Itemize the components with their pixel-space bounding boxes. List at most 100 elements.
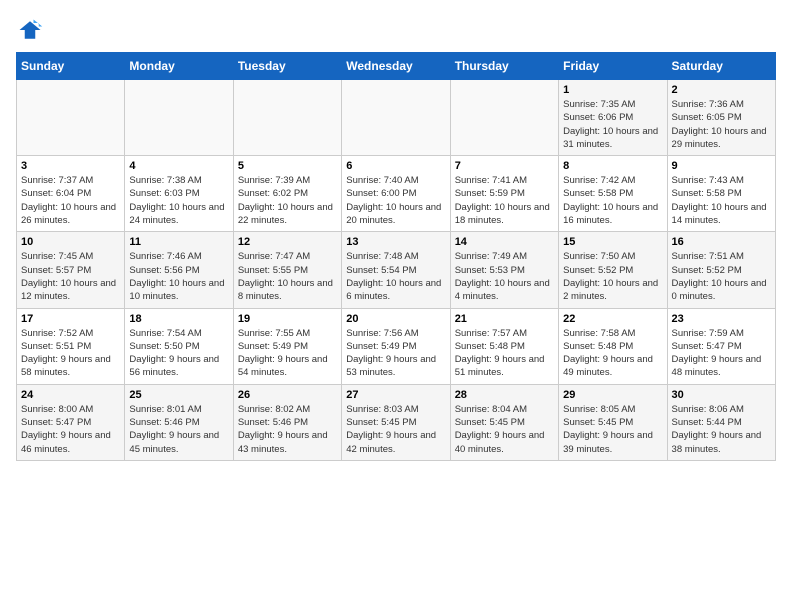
calendar-cell: 15 Sunrise: 7:50 AM Sunset: 5:52 PM Dayli…: [559, 232, 667, 308]
day-info: Sunrise: 8:02 AM Sunset: 5:46 PM Dayligh…: [238, 403, 337, 456]
day-info: Sunrise: 7:47 AM Sunset: 5:55 PM Dayligh…: [238, 250, 337, 303]
day-info: Sunrise: 7:49 AM Sunset: 5:53 PM Dayligh…: [455, 250, 554, 303]
calendar-cell: 12 Sunrise: 7:47 AM Sunset: 5:55 PM Dayli…: [233, 232, 341, 308]
day-number: 16: [672, 236, 771, 248]
calendar-cell: 2 Sunrise: 7:36 AM Sunset: 6:05 PM Daylig…: [667, 80, 775, 156]
day-info: Sunrise: 7:54 AM Sunset: 5:50 PM Dayligh…: [129, 327, 228, 380]
day-number: 13: [346, 236, 445, 248]
day-number: 5: [238, 160, 337, 172]
calendar-week-row: 3 Sunrise: 7:37 AM Sunset: 6:04 PM Daylig…: [17, 156, 776, 232]
calendar-table: SundayMondayTuesdayWednesdayThursdayFrid…: [16, 52, 776, 461]
day-number: 8: [563, 160, 662, 172]
calendar-cell: [125, 80, 233, 156]
calendar-cell: [450, 80, 558, 156]
calendar-week-row: 1 Sunrise: 7:35 AM Sunset: 6:06 PM Daylig…: [17, 80, 776, 156]
day-info: Sunrise: 7:48 AM Sunset: 5:54 PM Dayligh…: [346, 250, 445, 303]
day-info: Sunrise: 7:37 AM Sunset: 6:04 PM Dayligh…: [21, 174, 120, 227]
calendar-cell: 5Sunrise: 7:39 AM Sunset: 6:02 PM Daylig…: [233, 156, 341, 232]
day-info: Sunrise: 7:56 AM Sunset: 5:49 PM Dayligh…: [346, 327, 445, 380]
day-info: Sunrise: 7:45 AM Sunset: 5:57 PM Dayligh…: [21, 250, 120, 303]
day-number: 22: [563, 313, 662, 325]
calendar-cell: 28 Sunrise: 8:04 AM Sunset: 5:45 PM Dayli…: [450, 384, 558, 460]
calendar-week-row: 24 Sunrise: 8:00 AM Sunset: 5:47 PM Dayli…: [17, 384, 776, 460]
calendar-cell: [17, 80, 125, 156]
day-info: Sunrise: 7:40 AM Sunset: 6:00 PM Dayligh…: [346, 174, 445, 227]
calendar-cell: 25 Sunrise: 8:01 AM Sunset: 5:46 PM Dayli…: [125, 384, 233, 460]
day-info: Sunrise: 8:05 AM Sunset: 5:45 PM Dayligh…: [563, 403, 662, 456]
day-of-week-header: Tuesday: [233, 53, 341, 80]
calendar-cell: 20 Sunrise: 7:56 AM Sunset: 5:49 PM Dayli…: [342, 308, 450, 384]
day-number: 10: [21, 236, 120, 248]
calendar-cell: 6 Sunrise: 7:40 AM Sunset: 6:00 PM Daylig…: [342, 156, 450, 232]
calendar-cell: 14 Sunrise: 7:49 AM Sunset: 5:53 PM Dayli…: [450, 232, 558, 308]
page-header: [16, 16, 776, 44]
day-number: 23: [672, 313, 771, 325]
calendar-week-row: 17 Sunrise: 7:52 AM Sunset: 5:51 PM Dayli…: [17, 308, 776, 384]
day-number: 24: [21, 389, 120, 401]
day-number: 28: [455, 389, 554, 401]
day-of-week-header: Thursday: [450, 53, 558, 80]
day-info: Sunrise: 7:51 AM Sunset: 5:52 PM Dayligh…: [672, 250, 771, 303]
calendar-cell: 18 Sunrise: 7:54 AM Sunset: 5:50 PM Dayli…: [125, 308, 233, 384]
calendar-cell: 7Sunrise: 7:41 AM Sunset: 5:59 PM Daylig…: [450, 156, 558, 232]
day-number: 25: [129, 389, 228, 401]
day-of-week-header: Saturday: [667, 53, 775, 80]
calendar-cell: [342, 80, 450, 156]
day-info: Sunrise: 7:55 AM Sunset: 5:49 PM Dayligh…: [238, 327, 337, 380]
day-number: 2: [672, 84, 771, 96]
day-number: 12: [238, 236, 337, 248]
day-number: 18: [129, 313, 228, 325]
calendar-cell: 10 Sunrise: 7:45 AM Sunset: 5:57 PM Dayli…: [17, 232, 125, 308]
day-info: Sunrise: 7:50 AM Sunset: 5:52 PM Dayligh…: [563, 250, 662, 303]
day-info: Sunrise: 7:43 AM Sunset: 5:58 PM Dayligh…: [672, 174, 771, 227]
day-number: 15: [563, 236, 662, 248]
day-number: 1: [563, 84, 662, 96]
day-of-week-header: Sunday: [17, 53, 125, 80]
calendar-week-row: 10 Sunrise: 7:45 AM Sunset: 5:57 PM Dayli…: [17, 232, 776, 308]
day-info: Sunrise: 7:58 AM Sunset: 5:48 PM Dayligh…: [563, 327, 662, 380]
day-info: Sunrise: 8:04 AM Sunset: 5:45 PM Dayligh…: [455, 403, 554, 456]
day-number: 19: [238, 313, 337, 325]
day-info: Sunrise: 8:00 AM Sunset: 5:47 PM Dayligh…: [21, 403, 120, 456]
calendar-cell: 17 Sunrise: 7:52 AM Sunset: 5:51 PM Dayli…: [17, 308, 125, 384]
calendar-cell: 19 Sunrise: 7:55 AM Sunset: 5:49 PM Dayli…: [233, 308, 341, 384]
calendar-cell: 11Sunrise: 7:46 AM Sunset: 5:56 PM Dayli…: [125, 232, 233, 308]
day-number: 30: [672, 389, 771, 401]
day-number: 20: [346, 313, 445, 325]
calendar-cell: 24 Sunrise: 8:00 AM Sunset: 5:47 PM Dayli…: [17, 384, 125, 460]
calendar-cell: 30 Sunrise: 8:06 AM Sunset: 5:44 PM Dayli…: [667, 384, 775, 460]
day-number: 26: [238, 389, 337, 401]
day-of-week-header: Friday: [559, 53, 667, 80]
day-number: 21: [455, 313, 554, 325]
day-info: Sunrise: 7:35 AM Sunset: 6:06 PM Dayligh…: [563, 98, 662, 151]
calendar-cell: 21Sunrise: 7:57 AM Sunset: 5:48 PM Dayli…: [450, 308, 558, 384]
day-info: Sunrise: 7:42 AM Sunset: 5:58 PM Dayligh…: [563, 174, 662, 227]
day-number: 6: [346, 160, 445, 172]
logo: [16, 16, 48, 44]
calendar-cell: 1 Sunrise: 7:35 AM Sunset: 6:06 PM Daylig…: [559, 80, 667, 156]
calendar-cell: 9 Sunrise: 7:43 AM Sunset: 5:58 PM Daylig…: [667, 156, 775, 232]
calendar-cell: 23Sunrise: 7:59 AM Sunset: 5:47 PM Dayli…: [667, 308, 775, 384]
day-number: 14: [455, 236, 554, 248]
calendar-cell: 4Sunrise: 7:38 AM Sunset: 6:03 PM Daylig…: [125, 156, 233, 232]
calendar-cell: 26 Sunrise: 8:02 AM Sunset: 5:46 PM Dayli…: [233, 384, 341, 460]
day-number: 7: [455, 160, 554, 172]
calendar-cell: 13 Sunrise: 7:48 AM Sunset: 5:54 PM Dayli…: [342, 232, 450, 308]
day-info: Sunrise: 7:36 AM Sunset: 6:05 PM Dayligh…: [672, 98, 771, 151]
day-info: Sunrise: 7:52 AM Sunset: 5:51 PM Dayligh…: [21, 327, 120, 380]
day-number: 17: [21, 313, 120, 325]
calendar-header-row: SundayMondayTuesdayWednesdayThursdayFrid…: [17, 53, 776, 80]
day-of-week-header: Monday: [125, 53, 233, 80]
day-info: Sunrise: 8:06 AM Sunset: 5:44 PM Dayligh…: [672, 403, 771, 456]
calendar-cell: 22 Sunrise: 7:58 AM Sunset: 5:48 PM Dayli…: [559, 308, 667, 384]
day-of-week-header: Wednesday: [342, 53, 450, 80]
calendar-cell: 16 Sunrise: 7:51 AM Sunset: 5:52 PM Dayli…: [667, 232, 775, 308]
day-info: Sunrise: 7:46 AM Sunset: 5:56 PM Dayligh…: [129, 250, 228, 303]
day-number: 3: [21, 160, 120, 172]
day-info: Sunrise: 7:38 AM Sunset: 6:03 PM Dayligh…: [129, 174, 228, 227]
calendar-cell: 8 Sunrise: 7:42 AM Sunset: 5:58 PM Daylig…: [559, 156, 667, 232]
day-info: Sunrise: 8:01 AM Sunset: 5:46 PM Dayligh…: [129, 403, 228, 456]
day-number: 29: [563, 389, 662, 401]
day-number: 9: [672, 160, 771, 172]
calendar-cell: 27Sunrise: 8:03 AM Sunset: 5:45 PM Dayli…: [342, 384, 450, 460]
